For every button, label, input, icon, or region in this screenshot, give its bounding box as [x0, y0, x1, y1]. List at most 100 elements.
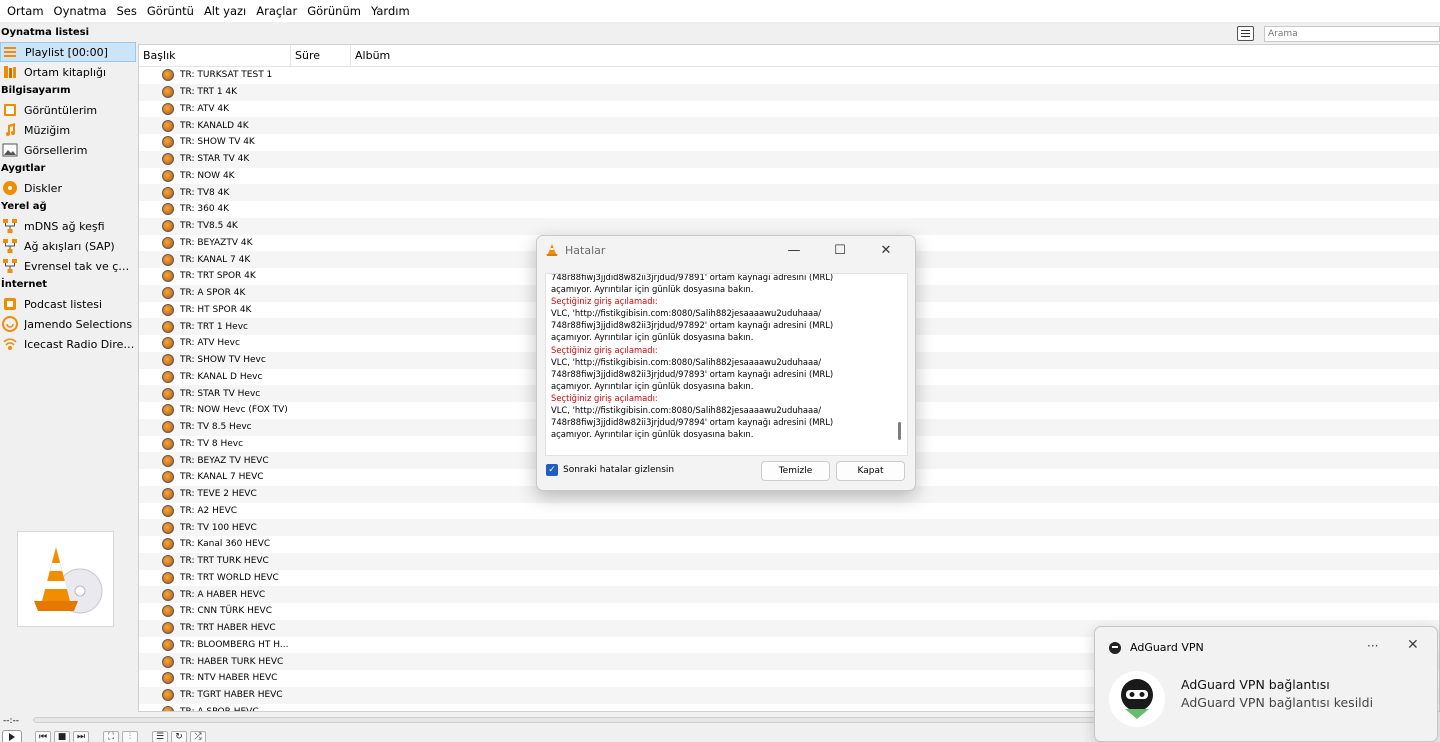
more-options-icon[interactable]: ··· [1367, 639, 1378, 653]
sidebar-item[interactable]: Icecast Radio Direc... [0, 334, 136, 354]
playlist-row[interactable]: TR: Kanal 360 HEVC [139, 536, 1439, 553]
picture-icon [2, 142, 18, 158]
playlist-row[interactable]: TR: A HABER HEVC [139, 586, 1439, 603]
menu-item[interactable]: Görüntü [142, 0, 199, 22]
close-button[interactable]: Kapat [836, 461, 905, 481]
playlist-row[interactable]: TR: TRT 1 4K [139, 83, 1439, 101]
play-button[interactable] [2, 730, 22, 742]
column-title[interactable]: Başlık [139, 45, 291, 66]
maximize-button[interactable]: ☐ [817, 240, 863, 260]
sidebar-section-header: Yerel ağ [1, 201, 47, 212]
extended-settings-button[interactable]: ⫶ [122, 731, 138, 742]
shuffle-button[interactable]: ⤮ [190, 731, 206, 742]
playlist-row-title: TR: TRT 1 4K [180, 87, 238, 98]
menu-item[interactable]: Ses [112, 0, 142, 22]
playlist-row-title: TR: TURKSAT TEST 1 [180, 70, 273, 81]
sidebar-item[interactable]: Ağ akışları (SAP) [0, 236, 136, 256]
sidebar-item[interactable]: Görsellerim [0, 140, 136, 160]
log-scrollbar[interactable] [898, 422, 901, 440]
sidebar-section-header: Oynatma listesi [1, 27, 90, 38]
seek-bar[interactable] [33, 717, 1183, 723]
playlist-row-title: TR: A SPOR 4K [180, 288, 246, 299]
playlist-row[interactable]: TR: KANALD 4K [139, 117, 1439, 134]
close-window-button[interactable]: ✕ [863, 240, 909, 260]
adguard-notification[interactable]: AdGuard VPN ··· ✕ AdGuard VPN bağlantısı… [1094, 626, 1438, 742]
dismiss-notification-icon[interactable]: ✕ [1407, 637, 1419, 653]
playlist-row-title: TR: STAR TV Hevc [180, 388, 261, 399]
error-detail: 748r88fiwj3jjdid8w82ii3jrjdud/97891' ort… [551, 273, 834, 282]
clear-button[interactable]: Temizle [761, 461, 830, 481]
disc-icon [2, 180, 18, 196]
stream-icon [162, 622, 174, 635]
sidebar-item[interactable]: Görüntülerim [0, 100, 136, 120]
column-album[interactable]: Albüm [351, 45, 471, 66]
toggle-playlist-button[interactable]: ☰ [152, 731, 168, 742]
search-input[interactable] [1264, 26, 1440, 42]
sidebar-item[interactable]: Podcast listesi [0, 294, 136, 314]
sidebar-item-label: Icecast Radio Direc... [24, 337, 136, 351]
playlist-row[interactable]: TR: TV8 4K [139, 184, 1439, 201]
playlist-row[interactable]: TR: TRT WORLD HEVC [139, 570, 1439, 587]
playlist-row[interactable]: TR: TURKSAT TEST 1 [139, 67, 1439, 84]
stream-icon [162, 203, 174, 216]
column-duration[interactable]: Süre [291, 45, 351, 66]
playlist-row[interactable]: TR: NOW 4K [139, 168, 1439, 185]
menu-item[interactable]: Görünüm [302, 0, 366, 22]
sidebar-item-label: Diskler [24, 181, 62, 195]
playlist-row-title: TR: A HABER HEVC [180, 589, 266, 600]
playlist-row[interactable]: TR: 360 4K [139, 201, 1439, 218]
sidebar-section-header: İnternet [1, 279, 48, 290]
hide-errors-label: Sonraki hatalar gizlensin [563, 465, 675, 475]
radio-icon [2, 336, 18, 352]
menu-item[interactable]: Araçlar [251, 0, 302, 22]
menu-item[interactable]: Oynatma [49, 0, 112, 22]
stream-icon [162, 555, 174, 568]
playlist-view-button[interactable] [1237, 26, 1254, 41]
menu-item[interactable]: Yardım [366, 0, 415, 22]
playlist-row-title: TR: TV 8 Hevc [180, 438, 244, 449]
playlist-row-title: TR: KANAL 7 HEVC [180, 472, 264, 483]
checkbox-checked-icon[interactable]: ✓ [546, 464, 558, 476]
error-detail: 748r88fiwj3jjdid8w82ii3jrjdud/97893' ort… [551, 368, 834, 379]
minimize-button[interactable]: — [771, 240, 817, 260]
playlist-row-title: TR: NOW 4K [180, 170, 235, 181]
playlist-row-title: TR: KANALD 4K [180, 120, 249, 131]
error-detail: VLC, 'http://fistikgibisin.com:8080/Sali… [551, 356, 822, 367]
sidebar-item[interactable]: Evrensel tak ve çalış... [0, 256, 136, 276]
stream-icon [162, 253, 174, 266]
playlist-row[interactable]: TR: SHOW TV 4K [139, 134, 1439, 151]
menu-item[interactable]: Ortam [2, 0, 49, 22]
fullscreen-button[interactable]: ⛶ [103, 731, 119, 742]
playlist-row-title: TR: NTV HABER HEVC [180, 673, 278, 684]
playlist-row-title: TR: CNN TÜRK HEVC [180, 606, 272, 617]
loop-button[interactable]: ↻ [171, 731, 187, 742]
previous-button[interactable]: ⏮ [35, 731, 51, 742]
error-log[interactable]: 748r88fiwj3jjdid8w82ii3jrjdud/97891' ort… [545, 273, 908, 456]
playlist-row[interactable]: TR: A2 HEVC [139, 503, 1439, 520]
playlist-row[interactable]: TR: TV 100 HEVC [139, 519, 1439, 536]
vlc-icon [546, 244, 558, 256]
playlist-row-title: TR: TV8.5 4K [180, 221, 238, 232]
sidebar-item[interactable]: Ortam kitaplığı [0, 62, 136, 82]
error-heading: Seçtiğiniz giriş açılamadı: [551, 344, 658, 355]
sidebar-item[interactable]: mDNS ağ keşfi [0, 216, 136, 236]
sidebar-item[interactable]: Playlist [00:00] [0, 42, 136, 62]
playlist-row-title: TR: SHOW TV 4K [180, 137, 255, 148]
sidebar-item-label: Playlist [00:00] [25, 45, 108, 59]
playlist-row[interactable]: TR: ATV 4K [139, 101, 1439, 118]
playlist-row[interactable]: TR: STAR TV 4K [139, 150, 1439, 168]
playlist-row-title: TR: TV 100 HEVC [180, 522, 257, 533]
sidebar-item-label: Müziğim [24, 123, 71, 137]
sidebar-item[interactable]: Diskler [0, 178, 136, 198]
playlist-row[interactable]: TR: CNN TÜRK HEVC [139, 603, 1439, 620]
error-detail: VLC, 'http://fistikgibisin.com:8080/Sali… [551, 308, 822, 319]
stop-button[interactable]: ■ [54, 731, 70, 742]
playlist-row[interactable]: TR: TV8.5 4K [139, 217, 1439, 235]
sidebar-item[interactable]: Jamendo Selections [0, 314, 136, 334]
hide-errors-checkbox[interactable]: ✓ Sonraki hatalar gizlensin [546, 464, 674, 476]
next-button[interactable]: ⏭ [73, 731, 89, 742]
menu-item[interactable]: Alt yazı [199, 0, 251, 22]
sidebar-item[interactable]: Müziğim [0, 120, 136, 140]
error-detail: açamıyor. Ayrıntılar için günlük dosyası… [551, 429, 754, 440]
playlist-row[interactable]: TR: TRT TURK HEVC [139, 552, 1439, 570]
